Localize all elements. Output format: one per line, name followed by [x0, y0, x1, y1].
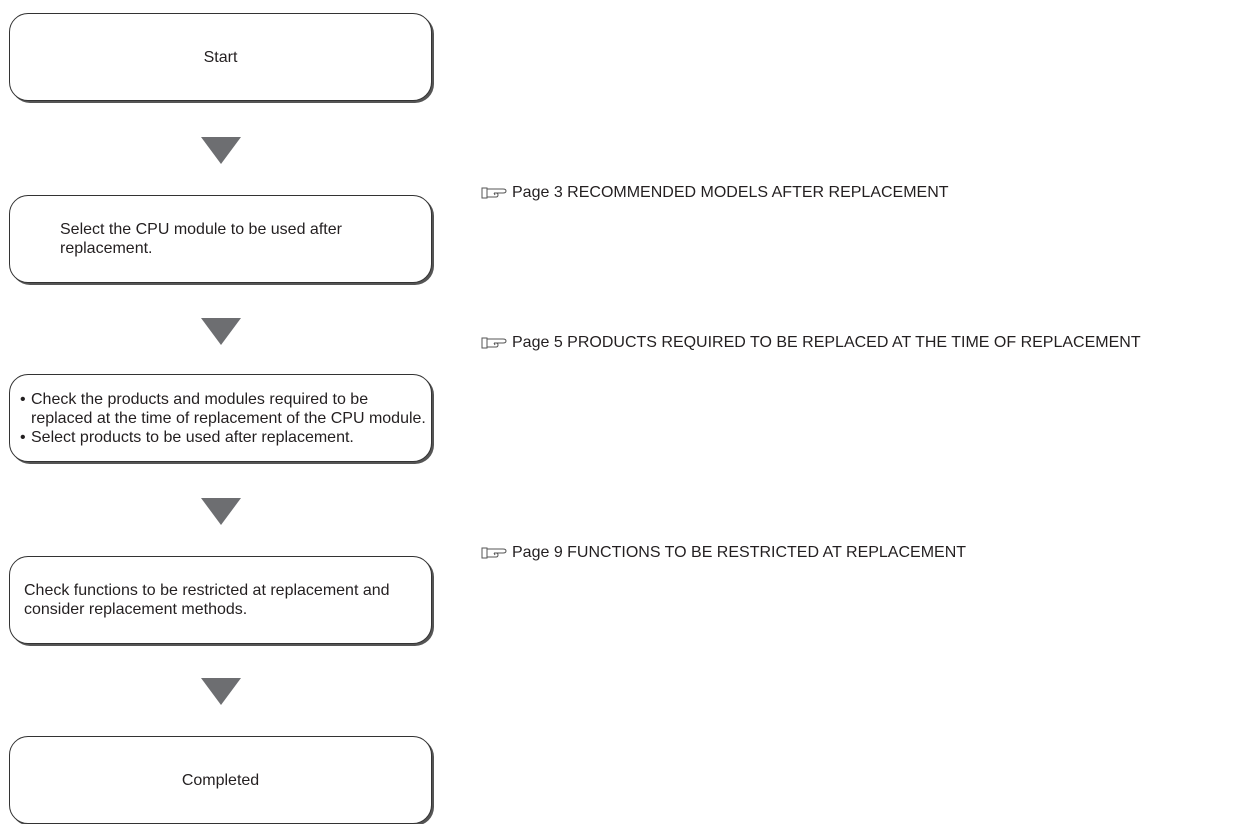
- flow-arrow-down-icon: [201, 498, 241, 525]
- step-check-functions-label: Check functions to be restricted at repl…: [24, 582, 390, 618]
- step-completed: Completed: [9, 736, 432, 824]
- flow-arrow-down-icon: [201, 137, 241, 164]
- reference-text-page9: Page 9 FUNCTIONS TO BE RESTRICTED AT REP…: [512, 544, 967, 561]
- pointing-hand-icon: [481, 187, 507, 198]
- step-start: Start: [9, 13, 432, 101]
- step-select-cpu-label: Select the CPU module to be used after r…: [60, 221, 342, 257]
- flow-arrow-down-icon: [201, 318, 241, 345]
- flow-arrow-down-icon: [201, 678, 241, 705]
- reference-text-page5: Page 5 PRODUCTS REQUIRED TO BE REPLACED …: [512, 334, 1141, 351]
- bullet-item: Check the products and modules required …: [16, 390, 427, 428]
- reference-link-page3[interactable]: Page 3 RECOMMENDED MODELS AFTER REPLACEM…: [481, 183, 949, 202]
- reference-text-page3: Page 3 RECOMMENDED MODELS AFTER REPLACEM…: [512, 184, 949, 201]
- step-check-products: Check the products and modules required …: [9, 374, 432, 462]
- step-select-cpu: Select the CPU module to be used after r…: [9, 195, 432, 283]
- pointing-hand-icon: [481, 547, 507, 558]
- step-start-label: Start: [203, 48, 238, 66]
- step-check-functions: Check functions to be restricted at repl…: [9, 556, 432, 644]
- bullet-item: Select products to be used after replace…: [16, 428, 427, 447]
- step-completed-label: Completed: [181, 771, 260, 789]
- reference-link-page5[interactable]: Page 5 PRODUCTS REQUIRED TO BE REPLACED …: [481, 333, 1141, 352]
- reference-link-page9[interactable]: Page 9 FUNCTIONS TO BE RESTRICTED AT REP…: [481, 543, 966, 562]
- step-check-products-list: Check the products and modules required …: [16, 390, 427, 447]
- pointing-hand-icon: [481, 337, 507, 348]
